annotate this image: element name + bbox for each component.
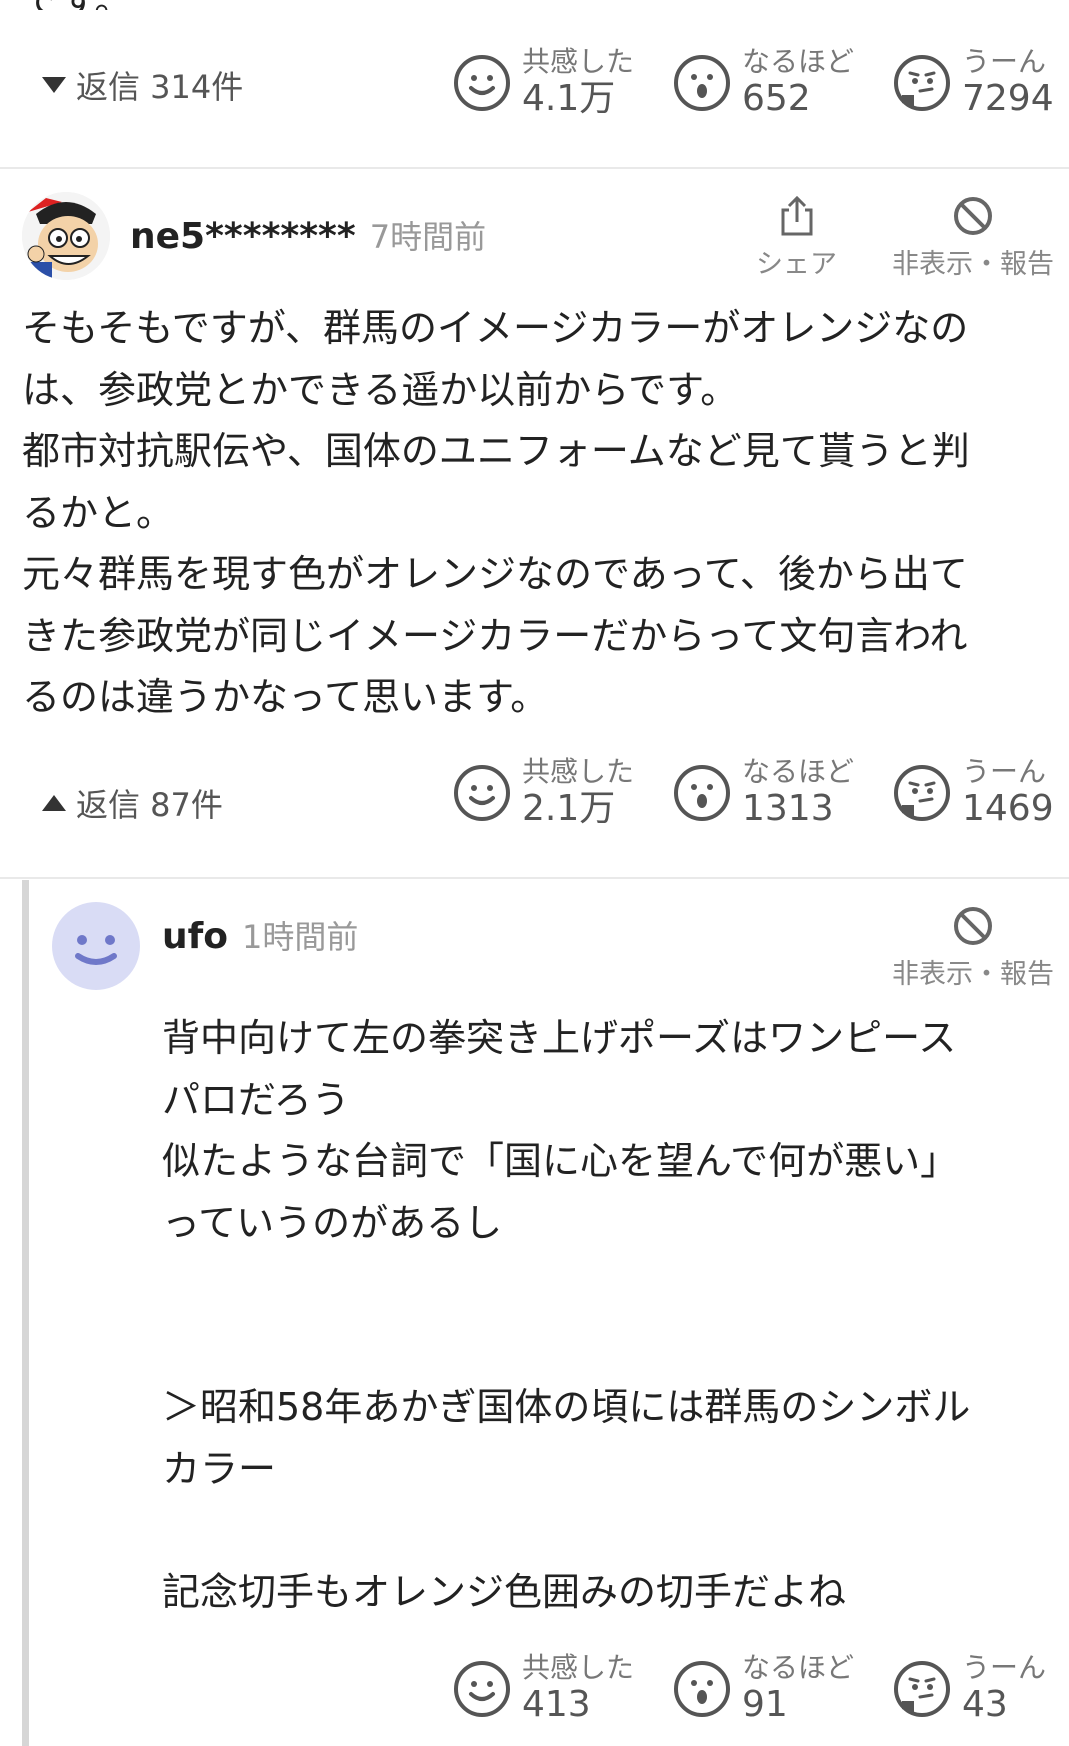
post-time: 7時間前 xyxy=(369,218,487,256)
post-time: 1時間前 xyxy=(242,918,359,956)
comment-line: ＞昭和58年あかぎ国体の頃には群馬のシンボル xyxy=(162,1385,971,1429)
replies-toggle[interactable]: 返信 87件 xyxy=(42,780,223,826)
reaction-label: うーん xyxy=(962,1651,1047,1684)
username[interactable]: ne5******** xyxy=(130,216,356,257)
comment-line: 元々群馬を現す色がオレンジなのであって、後から出て xyxy=(22,552,968,596)
comment-line xyxy=(162,1500,1062,1562)
reaction-hmm-button[interactable]: うーん 7294 xyxy=(892,45,1054,120)
reaction-hmm-button[interactable]: うーん 43 xyxy=(892,1651,1047,1726)
comment-line: 記念切手もオレンジ色囲みの切手だよね xyxy=(162,1569,847,1614)
comment-divider xyxy=(0,167,1069,169)
reply-thread-rail xyxy=(22,880,29,1746)
smile-icon xyxy=(454,54,510,111)
previous-comment-text-fragment: です。 xyxy=(22,0,132,10)
reaction-count: 2.1万 xyxy=(522,788,616,830)
comment-line: るかと。 xyxy=(22,490,175,535)
reaction-count: 7294 xyxy=(962,78,1054,120)
replies-toggle[interactable]: 返信 314件 xyxy=(42,62,243,108)
surprised-icon xyxy=(674,54,730,111)
replies-toggle-label: 返信 314件 xyxy=(76,68,244,106)
reaction-count: 413 xyxy=(522,1684,591,1726)
reply-body: 背中向けて左の拳突き上げポーズはワンピース パロだろう 似たような台詞で「国に心… xyxy=(162,1008,1062,1623)
reaction-label: 共感した xyxy=(522,45,635,78)
reaction-count: 43 xyxy=(962,1684,1008,1726)
triangle-down-icon xyxy=(42,77,66,93)
comment-line: 都市対抗駅伝や、国体のユニフォームなど見て貰うと判 xyxy=(22,429,970,473)
reaction-label: なるほど xyxy=(742,45,855,78)
reaction-label: うーん xyxy=(962,755,1047,788)
smile-icon xyxy=(454,1660,510,1717)
reaction-count: 91 xyxy=(742,1684,788,1726)
hide-report-button[interactable]: 非表示・報告 xyxy=(892,194,1054,281)
surprised-icon xyxy=(674,1660,730,1717)
avatar[interactable] xyxy=(52,902,140,990)
comment-line: っていうのがあるし xyxy=(162,1200,503,1245)
comment-line: パロだろう xyxy=(162,1077,350,1122)
reaction-label: なるほど xyxy=(742,755,855,788)
hide-report-button[interactable]: 非表示・報告 xyxy=(892,904,1054,991)
smile-icon xyxy=(454,764,510,821)
reaction-hmm-button[interactable]: うーん 1469 xyxy=(892,755,1054,830)
comment-line: きた参政党が同じイメージカラーだからって文句言われ xyxy=(22,613,968,658)
reaction-insightful-button[interactable]: なるほど 91 xyxy=(672,1651,855,1726)
thinking-icon xyxy=(894,1660,950,1717)
reaction-label: 共感した xyxy=(522,1651,635,1684)
comment-line: 背中向けて左の拳突き上げポーズはワンピース xyxy=(162,1016,957,1060)
reaction-count: 4.1万 xyxy=(522,78,616,120)
reaction-empathy-button[interactable]: 共感した 2.1万 xyxy=(452,755,635,830)
comment-line: るのは違うかなって思います。 xyxy=(22,675,549,719)
reaction-insightful-button[interactable]: なるほど 1313 xyxy=(672,755,855,830)
reaction-insightful-button[interactable]: なるほど 652 xyxy=(672,45,855,120)
surprised-icon xyxy=(674,764,730,821)
reaction-empathy-button[interactable]: 共感した 413 xyxy=(452,1651,635,1726)
share-label: シェア xyxy=(756,249,837,280)
hide-report-label: 非表示・報告 xyxy=(892,959,1054,990)
comment-line xyxy=(162,1254,1062,1316)
reaction-count: 1313 xyxy=(742,788,834,830)
thinking-icon xyxy=(894,54,950,111)
username[interactable]: ufo xyxy=(162,916,228,957)
comment-line: 似たような台詞で「国に心を望んで何が悪い」 xyxy=(162,1139,959,1183)
triangle-up-icon xyxy=(42,795,66,811)
block-icon xyxy=(954,197,992,235)
comment-line: そもそもですが、群馬のイメージカラーがオレンジなの xyxy=(22,306,969,350)
comment-line: カラー xyxy=(162,1446,277,1491)
reaction-count: 652 xyxy=(742,78,811,120)
reaction-label: なるほど xyxy=(742,1651,855,1684)
reaction-label: うーん xyxy=(962,45,1047,78)
thinking-icon xyxy=(894,764,950,821)
hide-report-label: 非表示・報告 xyxy=(892,249,1054,280)
share-button[interactable]: シェア xyxy=(756,194,837,281)
comment-divider xyxy=(0,877,1069,879)
reaction-count: 1469 xyxy=(962,788,1054,830)
avatar[interactable] xyxy=(22,192,110,280)
comment-line: は、参政党とかできる遥か以前からです。 xyxy=(22,367,739,412)
comment-line xyxy=(162,1316,1062,1378)
default-face-avatar-icon xyxy=(75,935,117,965)
replies-toggle-label: 返信 87件 xyxy=(76,786,223,824)
reaction-empathy-button[interactable]: 共感した 4.1万 xyxy=(452,45,635,120)
share-icon xyxy=(781,195,812,236)
cartoon-avatar-icon xyxy=(22,192,110,280)
reaction-label: 共感した xyxy=(522,755,635,788)
comment-body: そもそもですが、群馬のイメージカラーがオレンジなの は、参政党とかできる遥か以前… xyxy=(22,298,1062,729)
block-icon xyxy=(954,907,992,945)
